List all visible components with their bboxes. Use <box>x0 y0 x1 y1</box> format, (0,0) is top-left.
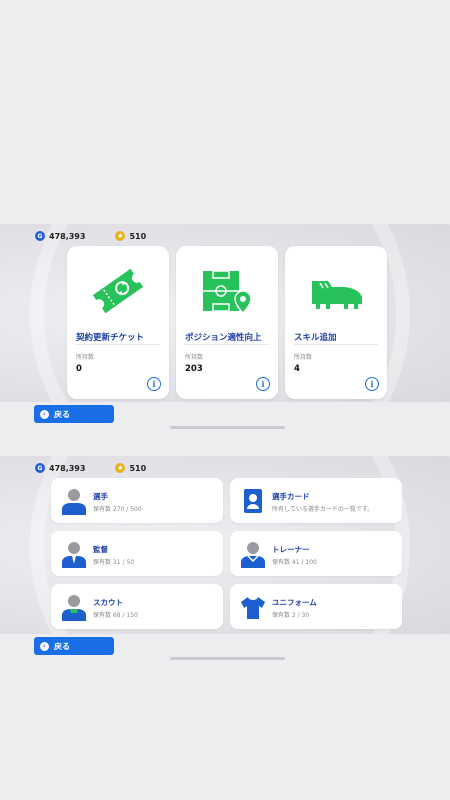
gp-amount: 478,393 <box>49 463 86 473</box>
item-title: 選手カード <box>272 492 310 501</box>
info-icon[interactable]: i <box>365 377 379 391</box>
uniform-icon <box>241 596 265 619</box>
info-icon[interactable]: i <box>147 377 161 391</box>
menu-item-uniforms[interactable]: ユニフォーム 保有数 2 / 30 <box>230 584 402 629</box>
card-contract-ticket[interactable]: 契約更新チケット 所持数 0 i <box>67 246 169 399</box>
player-silhouette-icon <box>62 489 86 515</box>
home-indicator <box>170 426 285 429</box>
card-skill-add[interactable]: スキル追加 所持数 4 i <box>285 246 387 399</box>
card-title: 契約更新チケット <box>76 333 145 343</box>
currency-bar: G 478,393 ★ 510 <box>35 228 176 244</box>
item-title: 監督 <box>93 545 108 554</box>
item-title: ユニフォーム <box>272 598 317 607</box>
gp-balance: G 478,393 <box>35 463 85 473</box>
card-title: ポジション適性向上 <box>185 333 262 343</box>
scout-silhouette-icon <box>62 595 86 621</box>
info-icon[interactable]: i <box>256 377 270 391</box>
pitch-position-icon <box>176 260 278 322</box>
menu-item-players[interactable]: 選手 保有数 270 / 500 <box>51 478 223 523</box>
chevron-left-icon: ‹ <box>40 641 49 651</box>
item-subtitle: 保有数 68 / 150 <box>93 612 138 619</box>
item-subtitle: 保有数 31 / 50 <box>93 559 135 566</box>
gp-coin-icon: G <box>35 463 45 473</box>
gp-amount: 478,393 <box>49 231 86 241</box>
divider <box>185 344 269 345</box>
coin-amount: 510 <box>129 463 147 473</box>
card-sub-label: 所持数 <box>185 354 204 361</box>
coin-balance: ★ 510 <box>115 463 146 473</box>
gp-balance: G 478,393 <box>35 231 85 241</box>
star-coin-icon: ★ <box>115 463 126 473</box>
item-subtitle: 保有数 270 / 500 <box>93 506 142 513</box>
back-label: 戻る <box>54 409 70 419</box>
boot-icon <box>285 260 387 322</box>
trainer-silhouette-icon <box>241 542 265 568</box>
item-title: スカウト <box>93 598 123 607</box>
currency-bar: G 478,393 ★ 510 <box>35 460 176 476</box>
menu-item-player-cards[interactable]: 選手カード 所有している選手カードの一覧です。 <box>230 478 402 523</box>
item-title: 選手 <box>93 492 108 501</box>
item-subtitle: 保有数 41 / 100 <box>272 559 317 566</box>
divider <box>76 344 160 345</box>
home-indicator <box>170 657 285 660</box>
card-value: 4 <box>294 364 300 374</box>
divider <box>294 344 378 345</box>
back-button[interactable]: ‹ 戻る <box>34 405 114 423</box>
player-card-icon <box>244 489 262 513</box>
menu-item-trainers[interactable]: トレーナー 保有数 41 / 100 <box>230 531 402 576</box>
back-button[interactable]: ‹ 戻る <box>34 637 114 655</box>
item-subtitle: 保有数 2 / 30 <box>272 612 310 619</box>
item-title: トレーナー <box>272 545 310 554</box>
manager-silhouette-icon <box>62 542 86 568</box>
card-position-aptitude[interactable]: ポジション適性向上 所持数 203 i <box>176 246 278 399</box>
top-panel: G 478,393 ★ 510 契約更新チケット 所持数 0 i ポジション適性… <box>0 224 450 402</box>
item-subtitle: 所有している選手カードの一覧です。 <box>272 506 374 513</box>
card-title: スキル追加 <box>294 333 337 343</box>
star-coin-icon: ★ <box>115 231 126 241</box>
ticket-renew-icon <box>67 260 169 322</box>
back-label: 戻る <box>54 641 70 651</box>
menu-item-scouts[interactable]: スカウト 保有数 68 / 150 <box>51 584 223 629</box>
card-value: 0 <box>76 364 82 374</box>
chevron-left-icon: ‹ <box>40 409 49 419</box>
coin-balance: ★ 510 <box>115 231 146 241</box>
bottom-panel: G 478,393 ★ 510 選手 保有数 270 / 500 選手カード 所… <box>0 456 450 634</box>
card-sub-label: 所持数 <box>294 354 313 361</box>
card-value: 203 <box>185 364 203 374</box>
card-sub-label: 所持数 <box>76 354 95 361</box>
coin-amount: 510 <box>129 231 147 241</box>
gp-coin-icon: G <box>35 231 45 241</box>
menu-item-managers[interactable]: 監督 保有数 31 / 50 <box>51 531 223 576</box>
